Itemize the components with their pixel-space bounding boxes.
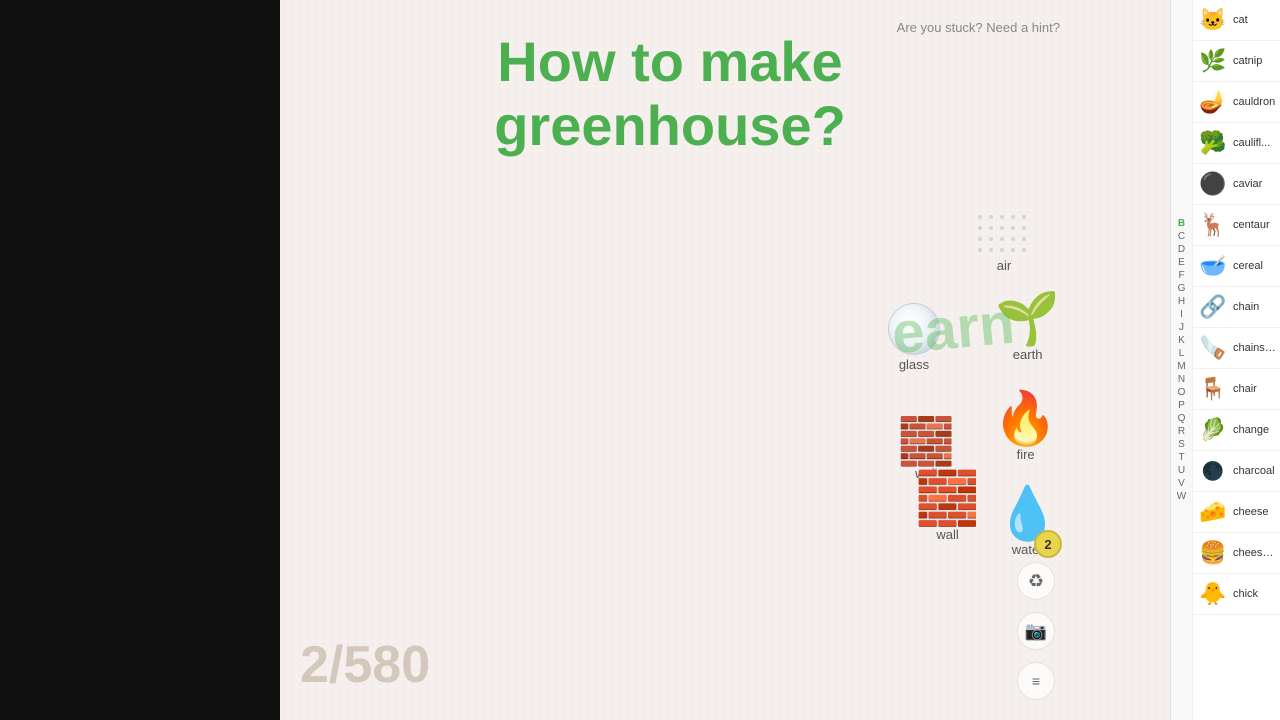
- list-item[interactable]: 🥦 caulifl...: [1193, 123, 1280, 164]
- glass-label: glass: [899, 357, 929, 372]
- item-name-catnip: catnip: [1233, 55, 1262, 67]
- item-name-chainsaw: chainsaw: [1233, 342, 1276, 354]
- title-text: How to make greenhouse?: [280, 30, 1060, 159]
- alpha-B[interactable]: B: [1171, 217, 1192, 230]
- wall1-icon: 🧱: [898, 418, 955, 464]
- fire-icon: 🔥: [993, 393, 1058, 445]
- alpha-P[interactable]: P: [1171, 399, 1192, 412]
- list-item[interactable]: 🔗 chain: [1193, 287, 1280, 328]
- alpha-I[interactable]: I: [1171, 308, 1192, 321]
- list-item[interactable]: 🌑 charcoal: [1193, 451, 1280, 492]
- camera-button[interactable]: 📷: [1017, 612, 1055, 650]
- earth-label: earth: [1013, 347, 1043, 362]
- menu-button[interactable]: ≡: [1017, 662, 1055, 700]
- list-item[interactable]: 🪚 chainsaw: [1193, 328, 1280, 369]
- score-display: 2/580: [300, 635, 430, 695]
- alpha-H[interactable]: H: [1171, 295, 1192, 308]
- item-name-cauliflower: caulifl...: [1233, 137, 1270, 149]
- alpha-D[interactable]: D: [1171, 243, 1192, 256]
- alpha-Q[interactable]: Q: [1171, 412, 1192, 425]
- wall2-icon: 🧱: [915, 473, 980, 525]
- list-item[interactable]: 🧀 cheese: [1193, 492, 1280, 533]
- air-label: air: [997, 258, 1011, 273]
- item-name-caviar: caviar: [1233, 178, 1262, 190]
- item-thumb-centaur: 🦌: [1197, 209, 1229, 241]
- alpha-R[interactable]: R: [1171, 425, 1192, 438]
- item-name-cereal: cereal: [1233, 260, 1263, 272]
- alpha-S[interactable]: S: [1171, 438, 1192, 451]
- item-thumb-cauldron: 🪔: [1197, 86, 1229, 118]
- fire-label: fire: [1017, 447, 1035, 462]
- right-sidebar: B C D E F G H I J K L M N O P Q R S T U …: [1170, 0, 1280, 720]
- item-thumb-cheeseburger: 🍔: [1197, 537, 1229, 569]
- element-wall2[interactable]: 🧱 wall: [915, 473, 980, 542]
- list-item[interactable]: 🍔 cheeseb...: [1193, 533, 1280, 574]
- item-thumb-cheese: 🧀: [1197, 496, 1229, 528]
- alpha-C[interactable]: C: [1171, 230, 1192, 243]
- alpha-U[interactable]: U: [1171, 464, 1192, 477]
- glass-icon: [888, 303, 940, 355]
- item-name-charcoal: charcoal: [1233, 465, 1275, 477]
- item-name-chain: chain: [1233, 301, 1259, 313]
- recycle-button[interactable]: ♻: [1017, 562, 1055, 600]
- list-item[interactable]: 🪔 cauldron: [1193, 82, 1280, 123]
- recycle-icon: ♻: [1028, 571, 1044, 592]
- item-name-cauldron: cauldron: [1233, 96, 1275, 108]
- element-badge: 2: [1034, 530, 1062, 558]
- item-name-cheeseburger: cheeseb...: [1233, 547, 1276, 559]
- item-name-chair: chair: [1233, 383, 1257, 395]
- item-name-change: change: [1233, 424, 1269, 436]
- list-item[interactable]: 🐥 chick: [1193, 574, 1280, 615]
- alpha-F[interactable]: F: [1171, 269, 1192, 282]
- element-earth[interactable]: 🌱 earth: [995, 293, 1060, 362]
- alpha-M[interactable]: M: [1171, 360, 1192, 373]
- item-thumb-cereal: 🥣: [1197, 250, 1229, 282]
- camera-icon: 📷: [1025, 621, 1047, 642]
- items-list: 🐱 cat 🌿 catnip 🪔 cauldron 🥦 caulifl... ⚫…: [1193, 0, 1280, 720]
- air-icon: [978, 215, 1030, 256]
- alpha-W[interactable]: W: [1171, 490, 1192, 503]
- alpha-E[interactable]: E: [1171, 256, 1192, 269]
- item-thumb-caviar: ⚫: [1197, 168, 1229, 200]
- alphabet-nav: B C D E F G H I J K L M N O P Q R S T U …: [1171, 0, 1193, 720]
- bottom-actions: ♻ 📷 ≡: [1017, 562, 1055, 700]
- list-item[interactable]: 🌿 catnip: [1193, 41, 1280, 82]
- list-item[interactable]: 🐱 cat: [1193, 0, 1280, 41]
- alpha-K[interactable]: K: [1171, 334, 1192, 347]
- item-thumb-chair: 🪑: [1197, 373, 1229, 405]
- item-thumb-chick: 🐥: [1197, 578, 1229, 610]
- item-name-cat: cat: [1233, 14, 1248, 26]
- element-fire[interactable]: 🔥 fire: [993, 393, 1058, 462]
- main-game-area: Are you stuck? Need a hint? How to make …: [280, 0, 1170, 720]
- item-thumb-cauliflower: 🥦: [1197, 127, 1229, 159]
- list-item[interactable]: 🥣 cereal: [1193, 246, 1280, 287]
- element-air[interactable]: air: [978, 215, 1030, 273]
- wall2-label: wall: [936, 527, 958, 542]
- alpha-J[interactable]: J: [1171, 321, 1192, 334]
- item-name-chick: chick: [1233, 588, 1258, 600]
- item-thumb-chainsaw: 🪚: [1197, 332, 1229, 364]
- item-thumb-charcoal: 🌑: [1197, 455, 1229, 487]
- alpha-O[interactable]: O: [1171, 386, 1192, 399]
- alpha-N[interactable]: N: [1171, 373, 1192, 386]
- item-thumb-cat: 🐱: [1197, 4, 1229, 36]
- black-left-panel: [0, 0, 280, 720]
- item-name-cheese: cheese: [1233, 506, 1268, 518]
- hamburger-icon: ≡: [1032, 674, 1040, 688]
- alpha-T[interactable]: T: [1171, 451, 1192, 464]
- list-item[interactable]: 🪑 chair: [1193, 369, 1280, 410]
- list-item[interactable]: 🥬 change: [1193, 410, 1280, 451]
- alpha-V[interactable]: V: [1171, 477, 1192, 490]
- title-area: How to make greenhouse?: [280, 30, 1060, 159]
- alpha-G[interactable]: G: [1171, 282, 1192, 295]
- item-thumb-catnip: 🌿: [1197, 45, 1229, 77]
- earth-icon: 🌱: [995, 293, 1060, 345]
- element-glass[interactable]: glass: [888, 303, 940, 372]
- item-thumb-change: 🥬: [1197, 414, 1229, 446]
- list-item[interactable]: ⚫ caviar: [1193, 164, 1280, 205]
- item-thumb-chain: 🔗: [1197, 291, 1229, 323]
- item-name-centaur: centaur: [1233, 219, 1270, 231]
- alpha-L[interactable]: L: [1171, 347, 1192, 360]
- list-item[interactable]: 🦌 centaur: [1193, 205, 1280, 246]
